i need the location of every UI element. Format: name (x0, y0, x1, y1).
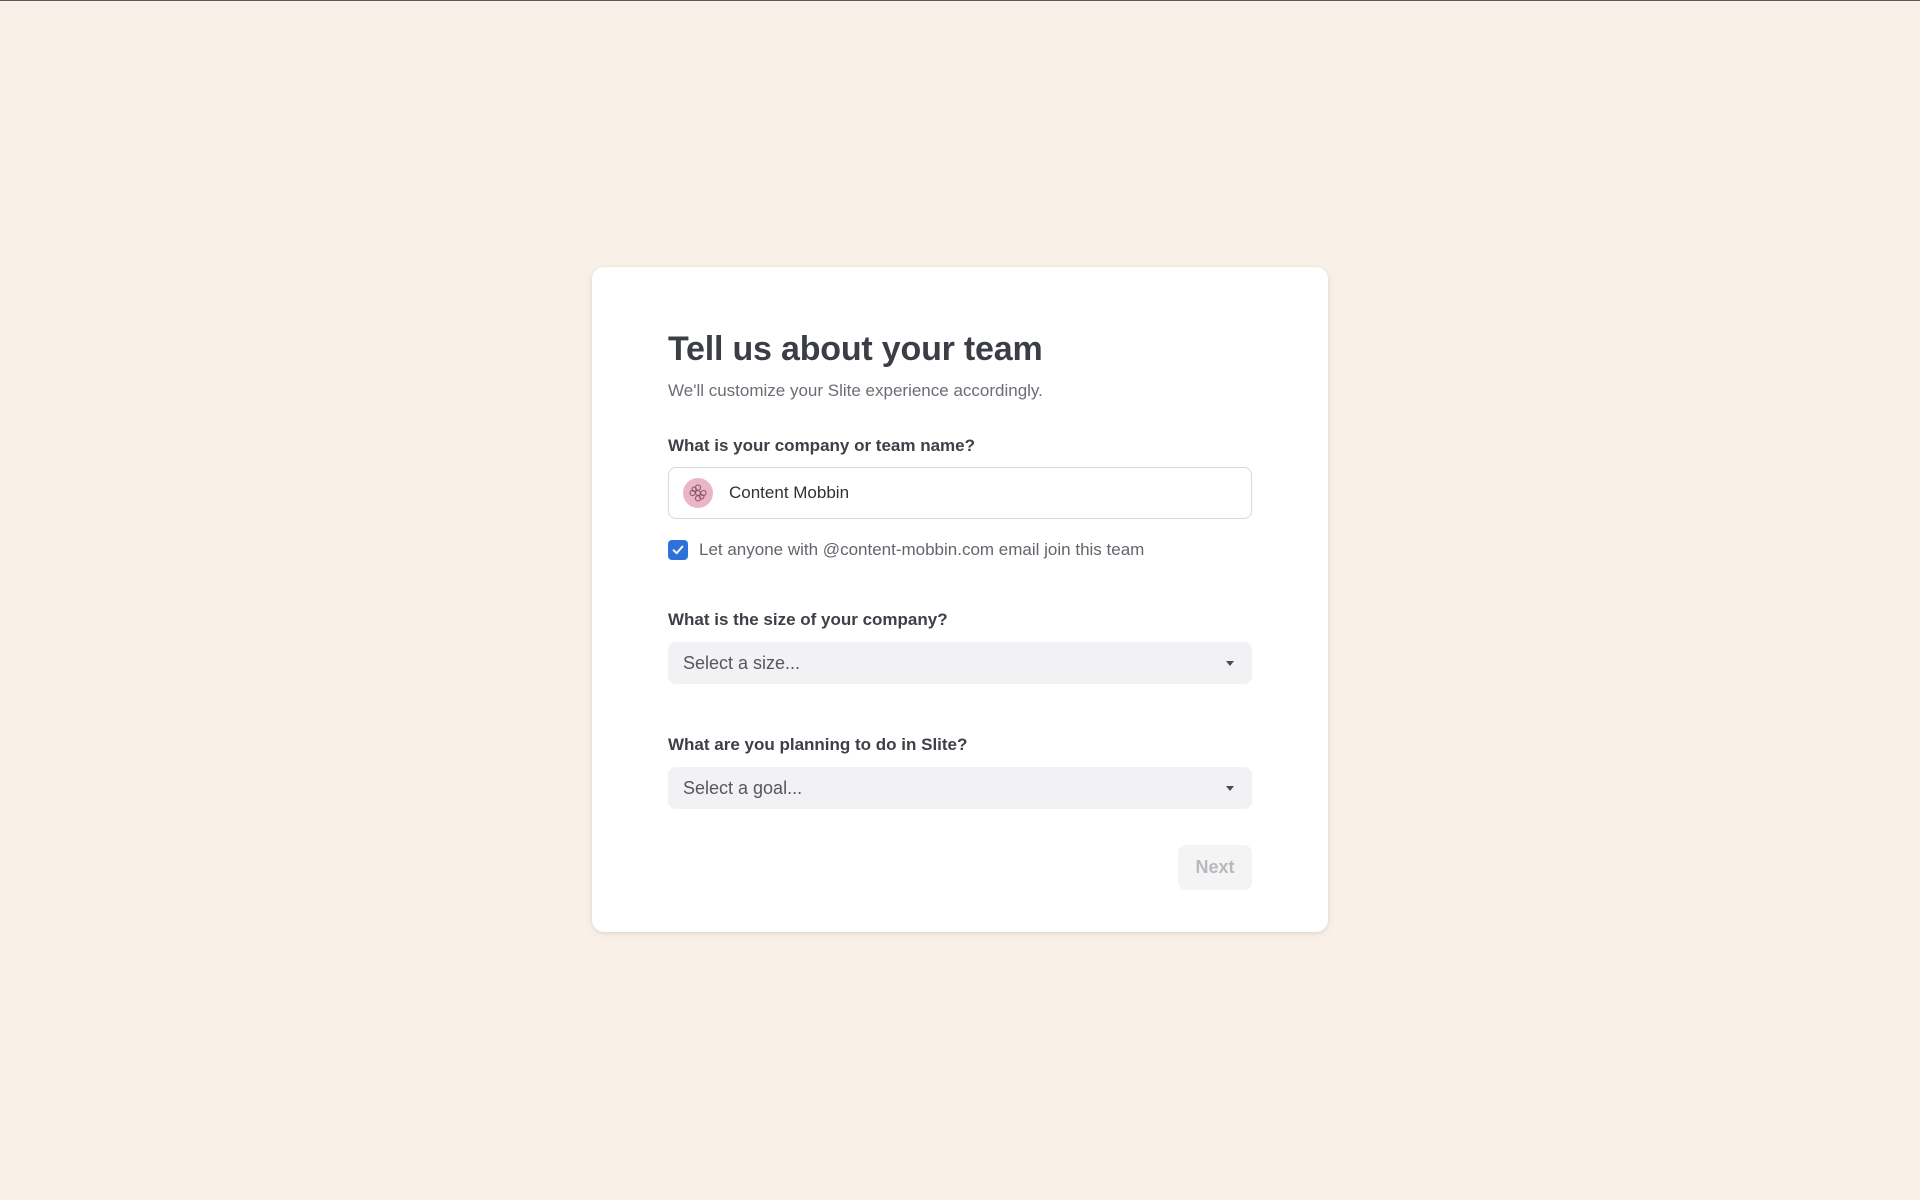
domain-join-checkbox[interactable] (668, 540, 688, 560)
goal-select[interactable]: Select a goal... (668, 767, 1252, 809)
caret-down-icon (1226, 660, 1234, 666)
domain-join-option[interactable]: Let anyone with @content-mobbin.com emai… (668, 539, 1252, 561)
team-name-label: What is your company or team name? (668, 436, 976, 455)
company-size-label: What is the size of your company? (668, 610, 948, 629)
top-border (0, 0, 1920, 1)
team-name-input[interactable] (729, 483, 1229, 503)
company-size-placeholder: Select a size... (683, 652, 801, 673)
page-title: Tell us about your team (668, 330, 1043, 368)
goal-label: What are you planning to do in Slite? (668, 735, 968, 754)
next-button[interactable]: Next (1178, 845, 1252, 890)
onboarding-card: Tell us about your team We'll customize … (592, 267, 1328, 932)
caret-down-icon (1226, 785, 1234, 791)
page-subtitle: We'll customize your Slite experience ac… (668, 381, 1043, 400)
gear-flower-icon (689, 484, 707, 502)
goal-placeholder: Select a goal... (683, 777, 803, 798)
team-avatar[interactable] (683, 478, 713, 508)
team-name-field[interactable] (668, 467, 1252, 519)
checkmark-icon (672, 545, 684, 555)
company-size-select[interactable]: Select a size... (668, 642, 1252, 684)
card-footer: Next (668, 845, 1252, 890)
domain-join-label[interactable]: Let anyone with @content-mobbin.com emai… (699, 540, 1144, 560)
